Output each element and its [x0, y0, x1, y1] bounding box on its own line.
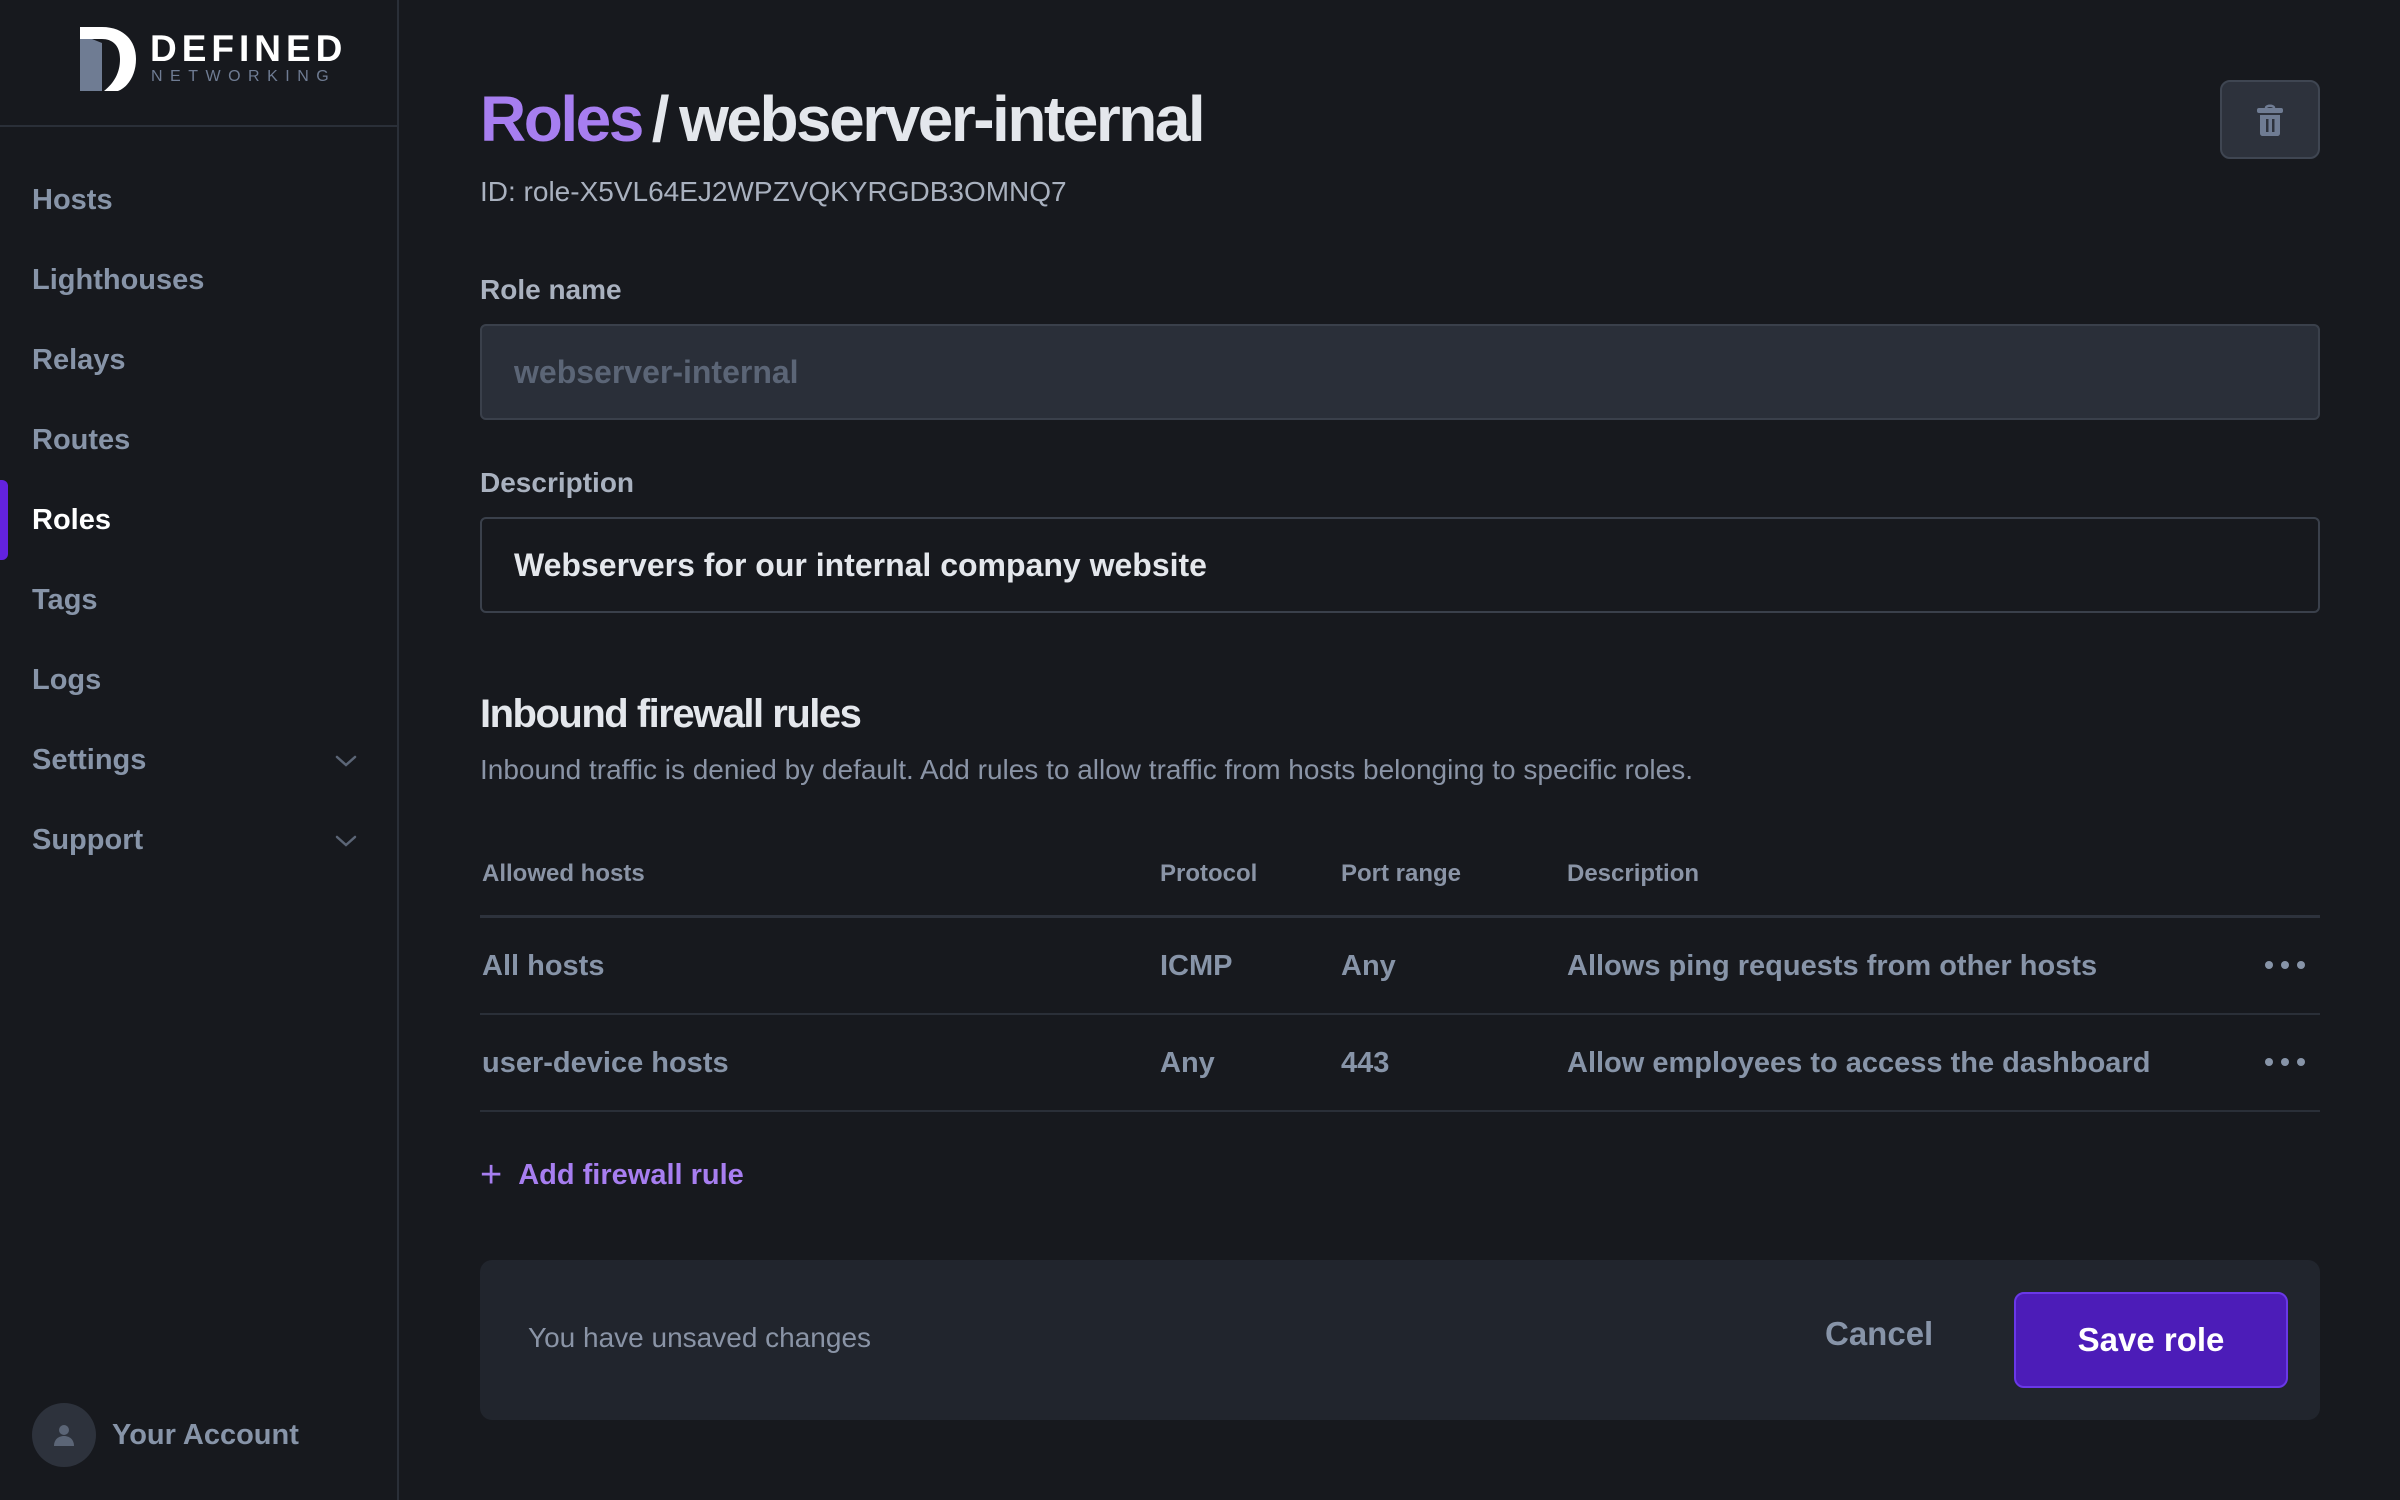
cell-port-range: 443 — [1341, 1047, 1390, 1079]
cancel-button[interactable]: Cancel — [1825, 1315, 1933, 1353]
firewall-section-title: Inbound firewall rules — [480, 692, 862, 736]
column-header-allowed-hosts: Allowed hosts — [482, 860, 645, 887]
role-name-input[interactable] — [480, 324, 2320, 420]
unsaved-changes-bar: You have unsaved changes Cancel Save rol… — [480, 1260, 2320, 1420]
sidebar-item-label: Support — [32, 823, 144, 856]
sidebar-nav: Hosts Lighthouses Relays Routes Roles Ta… — [0, 160, 397, 880]
description-label: Description — [480, 467, 635, 498]
breadcrumb-separator: / — [651, 83, 670, 155]
cell-port-range: Any — [1341, 950, 1396, 982]
cell-allowed-hosts: All hosts — [482, 950, 605, 982]
sidebar-item-roles[interactable]: Roles — [0, 480, 397, 560]
sidebar-item-label: Lighthouses — [32, 263, 205, 296]
plus-icon: + — [480, 1154, 503, 1196]
sidebar-item-label: Settings — [32, 743, 147, 776]
sidebar-item-label: Logs — [32, 663, 102, 696]
trash-icon — [2257, 104, 2283, 136]
brand-tagline: NETWORKING — [151, 68, 337, 85]
avatar — [32, 1403, 96, 1467]
row-actions-more-icon[interactable] — [2265, 950, 2305, 980]
row-actions-more-icon[interactable] — [2265, 1047, 2305, 1077]
add-firewall-rule-label: Add firewall rule — [518, 1158, 744, 1191]
unsaved-changes-message: You have unsaved changes — [528, 1322, 872, 1353]
sidebar-item-logs[interactable]: Logs — [0, 640, 397, 720]
sidebar-item-label: Relays — [32, 343, 126, 376]
cell-protocol: Any — [1160, 1047, 1215, 1079]
sidebar-item-settings[interactable]: Settings — [0, 720, 397, 800]
column-header-protocol: Protocol — [1160, 860, 1258, 887]
sidebar: DEFINED NETWORKING Hosts Lighthouses Rel… — [0, 0, 399, 1500]
sidebar-item-support[interactable]: Support — [0, 800, 397, 880]
column-header-description: Description — [1567, 860, 1700, 887]
sidebar-item-label: Routes — [32, 423, 131, 456]
breadcrumb-current: webserver-internal — [679, 83, 1206, 155]
table-header: Allowed hosts Protocol Port range Descri… — [480, 840, 2320, 918]
account-menu[interactable]: Your Account — [32, 1403, 299, 1467]
chevron-down-icon — [335, 835, 357, 847]
role-name-label: Role name — [480, 274, 622, 305]
account-label: Your Account — [112, 1418, 299, 1451]
cell-description: Allows ping requests from other hosts — [1567, 950, 2098, 982]
sidebar-item-lighthouses[interactable]: Lighthouses — [0, 240, 397, 320]
column-header-port-range: Port range — [1341, 860, 1462, 887]
cell-description: Allow employees to access the dashboard — [1567, 1047, 2151, 1079]
sidebar-item-relays[interactable]: Relays — [0, 320, 397, 400]
brand-logo[interactable]: DEFINED NETWORKING — [0, 0, 397, 127]
delete-role-button[interactable] — [2220, 80, 2320, 159]
sidebar-item-tags[interactable]: Tags — [0, 560, 397, 640]
brand-name: DEFINED — [150, 28, 348, 69]
role-id: ID: role-X5VL64EJ2WPZVQKYRGDB3OMNQ7 — [480, 176, 1067, 207]
sidebar-item-routes[interactable]: Routes — [0, 400, 397, 480]
save-role-button[interactable]: Save role — [2014, 1292, 2288, 1388]
user-icon — [54, 1425, 74, 1446]
firewall-section-description: Inbound traffic is denied by default. Ad… — [480, 754, 1693, 785]
cell-allowed-hosts: user-device hosts — [482, 1047, 729, 1079]
sidebar-item-label: Hosts — [32, 183, 113, 216]
add-firewall-rule-button[interactable]: + Add firewall rule — [480, 1156, 744, 1194]
breadcrumb-roles-link[interactable]: Roles — [480, 83, 644, 155]
sidebar-item-label: Roles — [32, 503, 111, 536]
description-input[interactable] — [480, 517, 2320, 613]
chevron-down-icon — [335, 755, 357, 767]
table-row: user-device hosts Any 443 Allow employee… — [480, 1015, 2320, 1112]
firewall-rules-table: Allowed hosts Protocol Port range Descri… — [480, 840, 2320, 1112]
defined-logo-icon — [80, 27, 136, 91]
sidebar-item-label: Tags — [32, 583, 98, 616]
cell-protocol: ICMP — [1160, 950, 1233, 982]
page-title: Roles / webserver-internal — [480, 82, 1206, 156]
sidebar-item-hosts[interactable]: Hosts — [0, 160, 397, 240]
table-row: All hosts ICMP Any Allows ping requests … — [480, 918, 2320, 1015]
